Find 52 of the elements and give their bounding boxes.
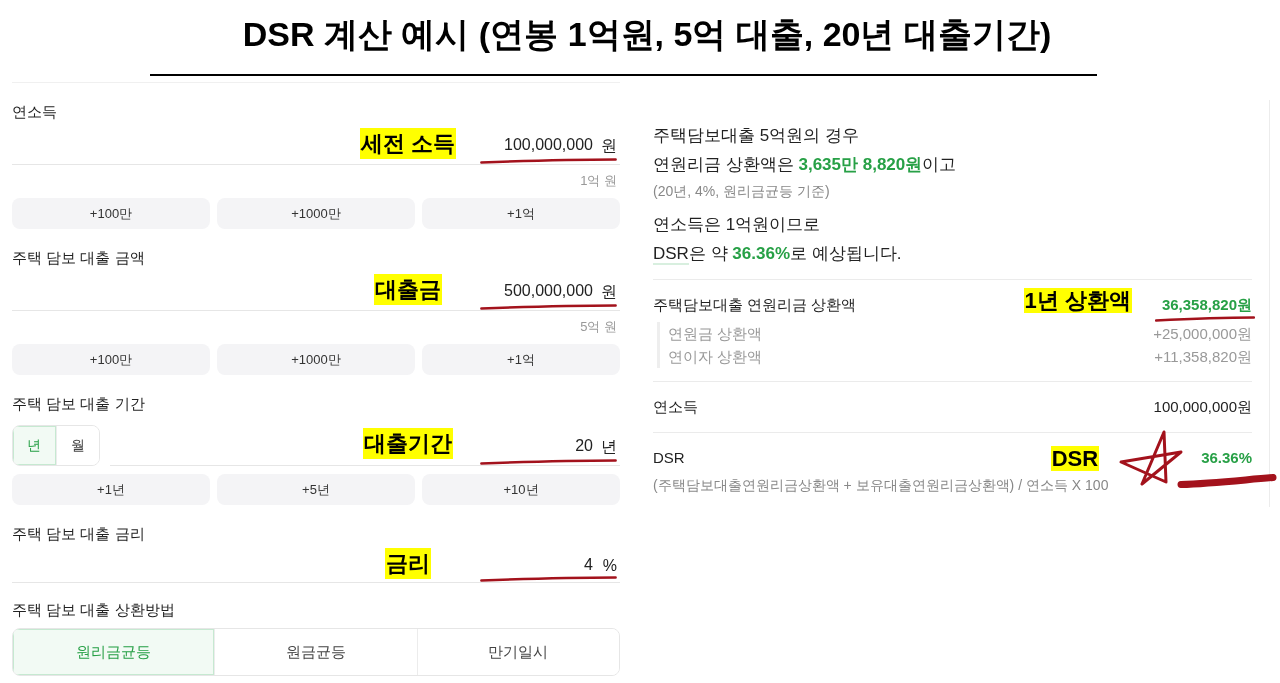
- underline-stroke-icon: [480, 158, 617, 164]
- annotation-label: DSR: [1050, 445, 1100, 471]
- increment-button[interactable]: +1년: [12, 474, 210, 505]
- row-label: DSR: [653, 448, 685, 468]
- underline-stroke-icon: [1154, 316, 1255, 322]
- increment-button[interactable]: +1억: [422, 344, 620, 375]
- row-value: 36,358,820원: [1161, 296, 1252, 313]
- brush-stroke-icon: [1177, 474, 1277, 488]
- unit-label: 원: [601, 281, 617, 302]
- increment-button[interactable]: +1000만: [217, 198, 415, 229]
- formula-text: (주택담보대출연원리금상환액 + 보유대출연원리금상환액) / 연소득 X 100: [653, 476, 1109, 495]
- increment-button[interactable]: +5년: [217, 474, 415, 505]
- field-label: 주택 담보 대출 상환방법: [12, 600, 176, 620]
- increment-button[interactable]: +100만: [12, 344, 210, 375]
- field-label: 주택 담보 대출 금액: [12, 248, 146, 268]
- row-label: 연소득: [653, 397, 698, 417]
- option-tab[interactable]: 만기일시: [416, 629, 619, 675]
- row-label: 주택담보대출 연원리금 상환액: [653, 295, 857, 315]
- unit-label: %: [602, 555, 617, 576]
- sub-row-label: 연이자 상환액: [668, 347, 763, 367]
- summary-sentence: 연소득은 1억원이므로: [653, 214, 822, 236]
- option-tab[interactable]: 월: [55, 426, 99, 465]
- field-label: 주택 담보 대출 기간: [12, 394, 146, 414]
- amount-hint: 1억 원: [580, 172, 618, 190]
- star-scribble-icon: [1118, 429, 1185, 487]
- underline-stroke-icon: [480, 304, 617, 310]
- summary-sentence: DSR은 약 36.36%로 예상됩니다.: [653, 243, 903, 267]
- increment-button[interactable]: +1억: [422, 198, 620, 229]
- underline-stroke-icon: [480, 576, 617, 582]
- page-title: DSR 계산 예시 (연봉 1억원, 5억 대출, 20년 대출기간): [241, 14, 1052, 55]
- increment-button[interactable]: +100만: [12, 198, 210, 229]
- annotation-label: 대출금: [374, 273, 442, 305]
- unit-label: 년: [601, 436, 617, 457]
- summary-sentence: 연원리금 상환액은 3,635만 8,820원이고: [653, 154, 958, 176]
- annotation-label: 대출기간: [363, 427, 453, 459]
- summary-sentence: 주택담보대출 5억원의 경우: [653, 125, 860, 147]
- annotation-label: 금리: [385, 547, 431, 579]
- amount-hint: 5억 원: [580, 318, 618, 336]
- annotation-label: 1년 상환액: [1023, 288, 1132, 313]
- unit-label: 원: [601, 135, 617, 156]
- sub-row-value: +25,000,000원: [1153, 324, 1252, 344]
- annotation-label: 세전 소득: [359, 127, 457, 159]
- row-value: 100,000,000원: [1153, 398, 1252, 415]
- summary-note: (20년, 4%, 원리금균등 기준): [653, 182, 831, 201]
- field-label: 주택 담보 대출 금리: [12, 524, 146, 544]
- row-value: 36.36%: [1201, 449, 1252, 466]
- increment-button[interactable]: +1000만: [217, 344, 415, 375]
- field-label: 연소득: [12, 102, 58, 122]
- sub-row-label: 연원금 상환액: [668, 324, 763, 344]
- sub-row-value: +11,358,820원: [1154, 347, 1252, 367]
- underline-stroke-icon: [480, 459, 617, 465]
- increment-button[interactable]: +10년: [422, 474, 620, 505]
